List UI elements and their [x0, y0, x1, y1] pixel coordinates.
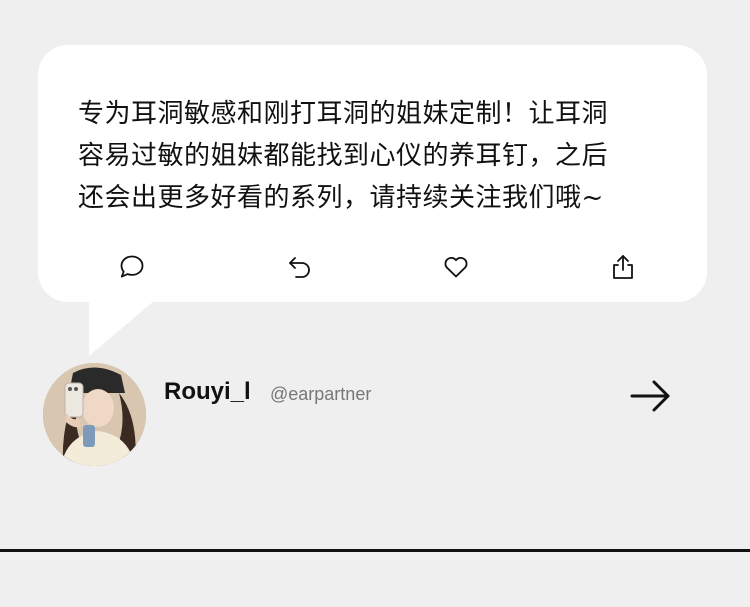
repost-button[interactable]	[283, 250, 317, 284]
avatar[interactable]	[43, 363, 146, 466]
bottom-area	[0, 552, 750, 607]
open-profile-button[interactable]	[629, 378, 673, 414]
bubble-tail	[89, 300, 155, 356]
author-handle[interactable]: @earpartner	[270, 384, 371, 405]
share-icon	[613, 255, 633, 279]
repost-icon	[289, 257, 310, 278]
heart-icon	[444, 256, 468, 278]
post-text-line: 还会出更多好看的系列，请持续关注我们哦~	[78, 183, 604, 213]
post-text: 专为耳洞敏感和刚打耳洞的姐妹定制！让耳洞 容易过敏的姐妹都能找到心仪的养耳钉，之…	[78, 93, 678, 219]
post-text-line: 容易过敏的姐妹都能找到心仪的养耳钉，之后	[78, 141, 609, 171]
post-actions	[38, 250, 707, 286]
comment-icon	[120, 255, 144, 278]
avatar-photo	[43, 363, 146, 466]
post-text-line: 专为耳洞敏感和刚打耳洞的姐妹定制！让耳洞	[78, 99, 609, 129]
comment-button[interactable]	[115, 250, 149, 284]
post-card-screen: 专为耳洞敏感和刚打耳洞的姐妹定制！让耳洞 容易过敏的姐妹都能找到心仪的养耳钉，之…	[0, 0, 750, 607]
like-button[interactable]	[439, 250, 473, 284]
post-bubble: 专为耳洞敏感和刚打耳洞的姐妹定制！让耳洞 容易过敏的姐妹都能找到心仪的养耳钉，之…	[38, 45, 707, 302]
author-row: Rouyi_l @earpartner	[43, 363, 703, 467]
arrow-right-icon	[630, 380, 670, 412]
author-name[interactable]: Rouyi_l	[164, 378, 251, 406]
share-button[interactable]	[606, 250, 640, 284]
